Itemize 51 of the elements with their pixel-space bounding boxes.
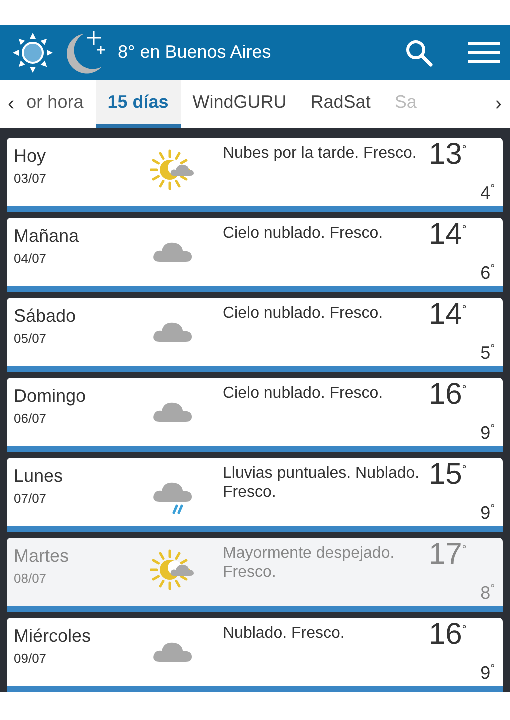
date: 04/07 (14, 251, 48, 266)
tab[interactable]: RadSat (298, 80, 383, 128)
max-temperature: 14$^{°}$ (429, 298, 467, 332)
scroll-right-button[interactable]: › (487, 80, 510, 128)
max-temperature: 13$^{°}$ (429, 138, 467, 172)
max-temperature: 14$^{°}$ (429, 218, 467, 252)
tab[interactable]: 15 días (96, 80, 181, 128)
scroll-left-button[interactable]: ‹ (0, 80, 23, 128)
day-row[interactable]: Lunes 07/07 Lluvias puntuales. Nublado. Fresco. 15$^{°}$ 9$^{°}$ (7, 458, 503, 532)
date: 08/07 (14, 571, 48, 586)
date: 09/07 (14, 651, 48, 666)
location-title: 8° en Buenos Aires (118, 42, 272, 63)
forecast-summary: Cielo nublado. Fresco. (222, 384, 384, 404)
min-temperature: 4$^{°}$ (480, 183, 495, 204)
day-name: Mañana (14, 226, 80, 247)
min-temperature: 9$^{°}$ (480, 423, 495, 444)
tab[interactable]: WindGURU (180, 80, 299, 128)
day-name: Hoy (14, 146, 48, 167)
forecast-summary: Mayormente despejado. Fresco. (222, 544, 396, 583)
day-row[interactable]: Hoy 03/07 Nubes por la tarde. Fresco. 13$^{°}$ 4$^{°}$ (7, 138, 503, 212)
min-temperature: 6$^{°}$ (480, 263, 495, 284)
forecast-summary: Lluvias puntuales. Nublado. Fresco. (222, 464, 421, 503)
max-temperature: 17$^{°}$ (429, 538, 467, 572)
date: 05/07 (14, 331, 48, 346)
day-name: Domingo (14, 386, 88, 407)
forecast-summary: Cielo nublado. Fresco. (222, 304, 384, 324)
min-temperature: 8$^{°}$ (480, 583, 495, 604)
day-row[interactable]: Miércoles 09/07 Nublado. Fresco. 16$^{°}$ 9$^{°}$ (7, 618, 503, 692)
day-row[interactable]: Mañana 04/07 Cielo nublado. Fresco. 14$^{°}$ 6$^{°}$ (7, 218, 503, 292)
min-temperature: 9$^{°}$ (480, 663, 495, 684)
date: 07/07 (14, 491, 48, 506)
moon-stars-icon (64, 28, 106, 76)
day-row[interactable]: Sábado 05/07 Cielo nublado. Fresco. 14$^{°}$ 5$^{°}$ (7, 298, 503, 372)
day-name: Lunes (14, 466, 64, 487)
date: 06/07 (14, 411, 48, 426)
menu-icon[interactable] (468, 40, 500, 66)
day-row[interactable]: Domingo 06/07 Cielo nublado. Fresco. 16$^{°}$ 9$^{°}$ (7, 378, 503, 452)
search-icon[interactable] (404, 38, 434, 68)
day-name: Miércoles (14, 626, 92, 647)
day-name: Sábado (14, 306, 78, 327)
max-temperature: 16$^{°}$ (429, 618, 467, 652)
forecast-summary: Nubes por la tarde. Fresco. (222, 144, 418, 164)
min-temperature: 5$^{°}$ (480, 343, 495, 364)
forecast-summary: Nublado. Fresco. (222, 624, 346, 644)
tab[interactable]: or hora (22, 80, 96, 128)
date: 03/07 (14, 171, 48, 186)
day-name: Martes (14, 546, 70, 567)
forecast-summary: Cielo nublado. Fresco. (222, 224, 384, 244)
min-temperature: 9$^{°}$ (480, 503, 495, 524)
max-temperature: 16$^{°}$ (429, 378, 467, 412)
max-temperature: 15$^{°}$ (429, 458, 467, 492)
